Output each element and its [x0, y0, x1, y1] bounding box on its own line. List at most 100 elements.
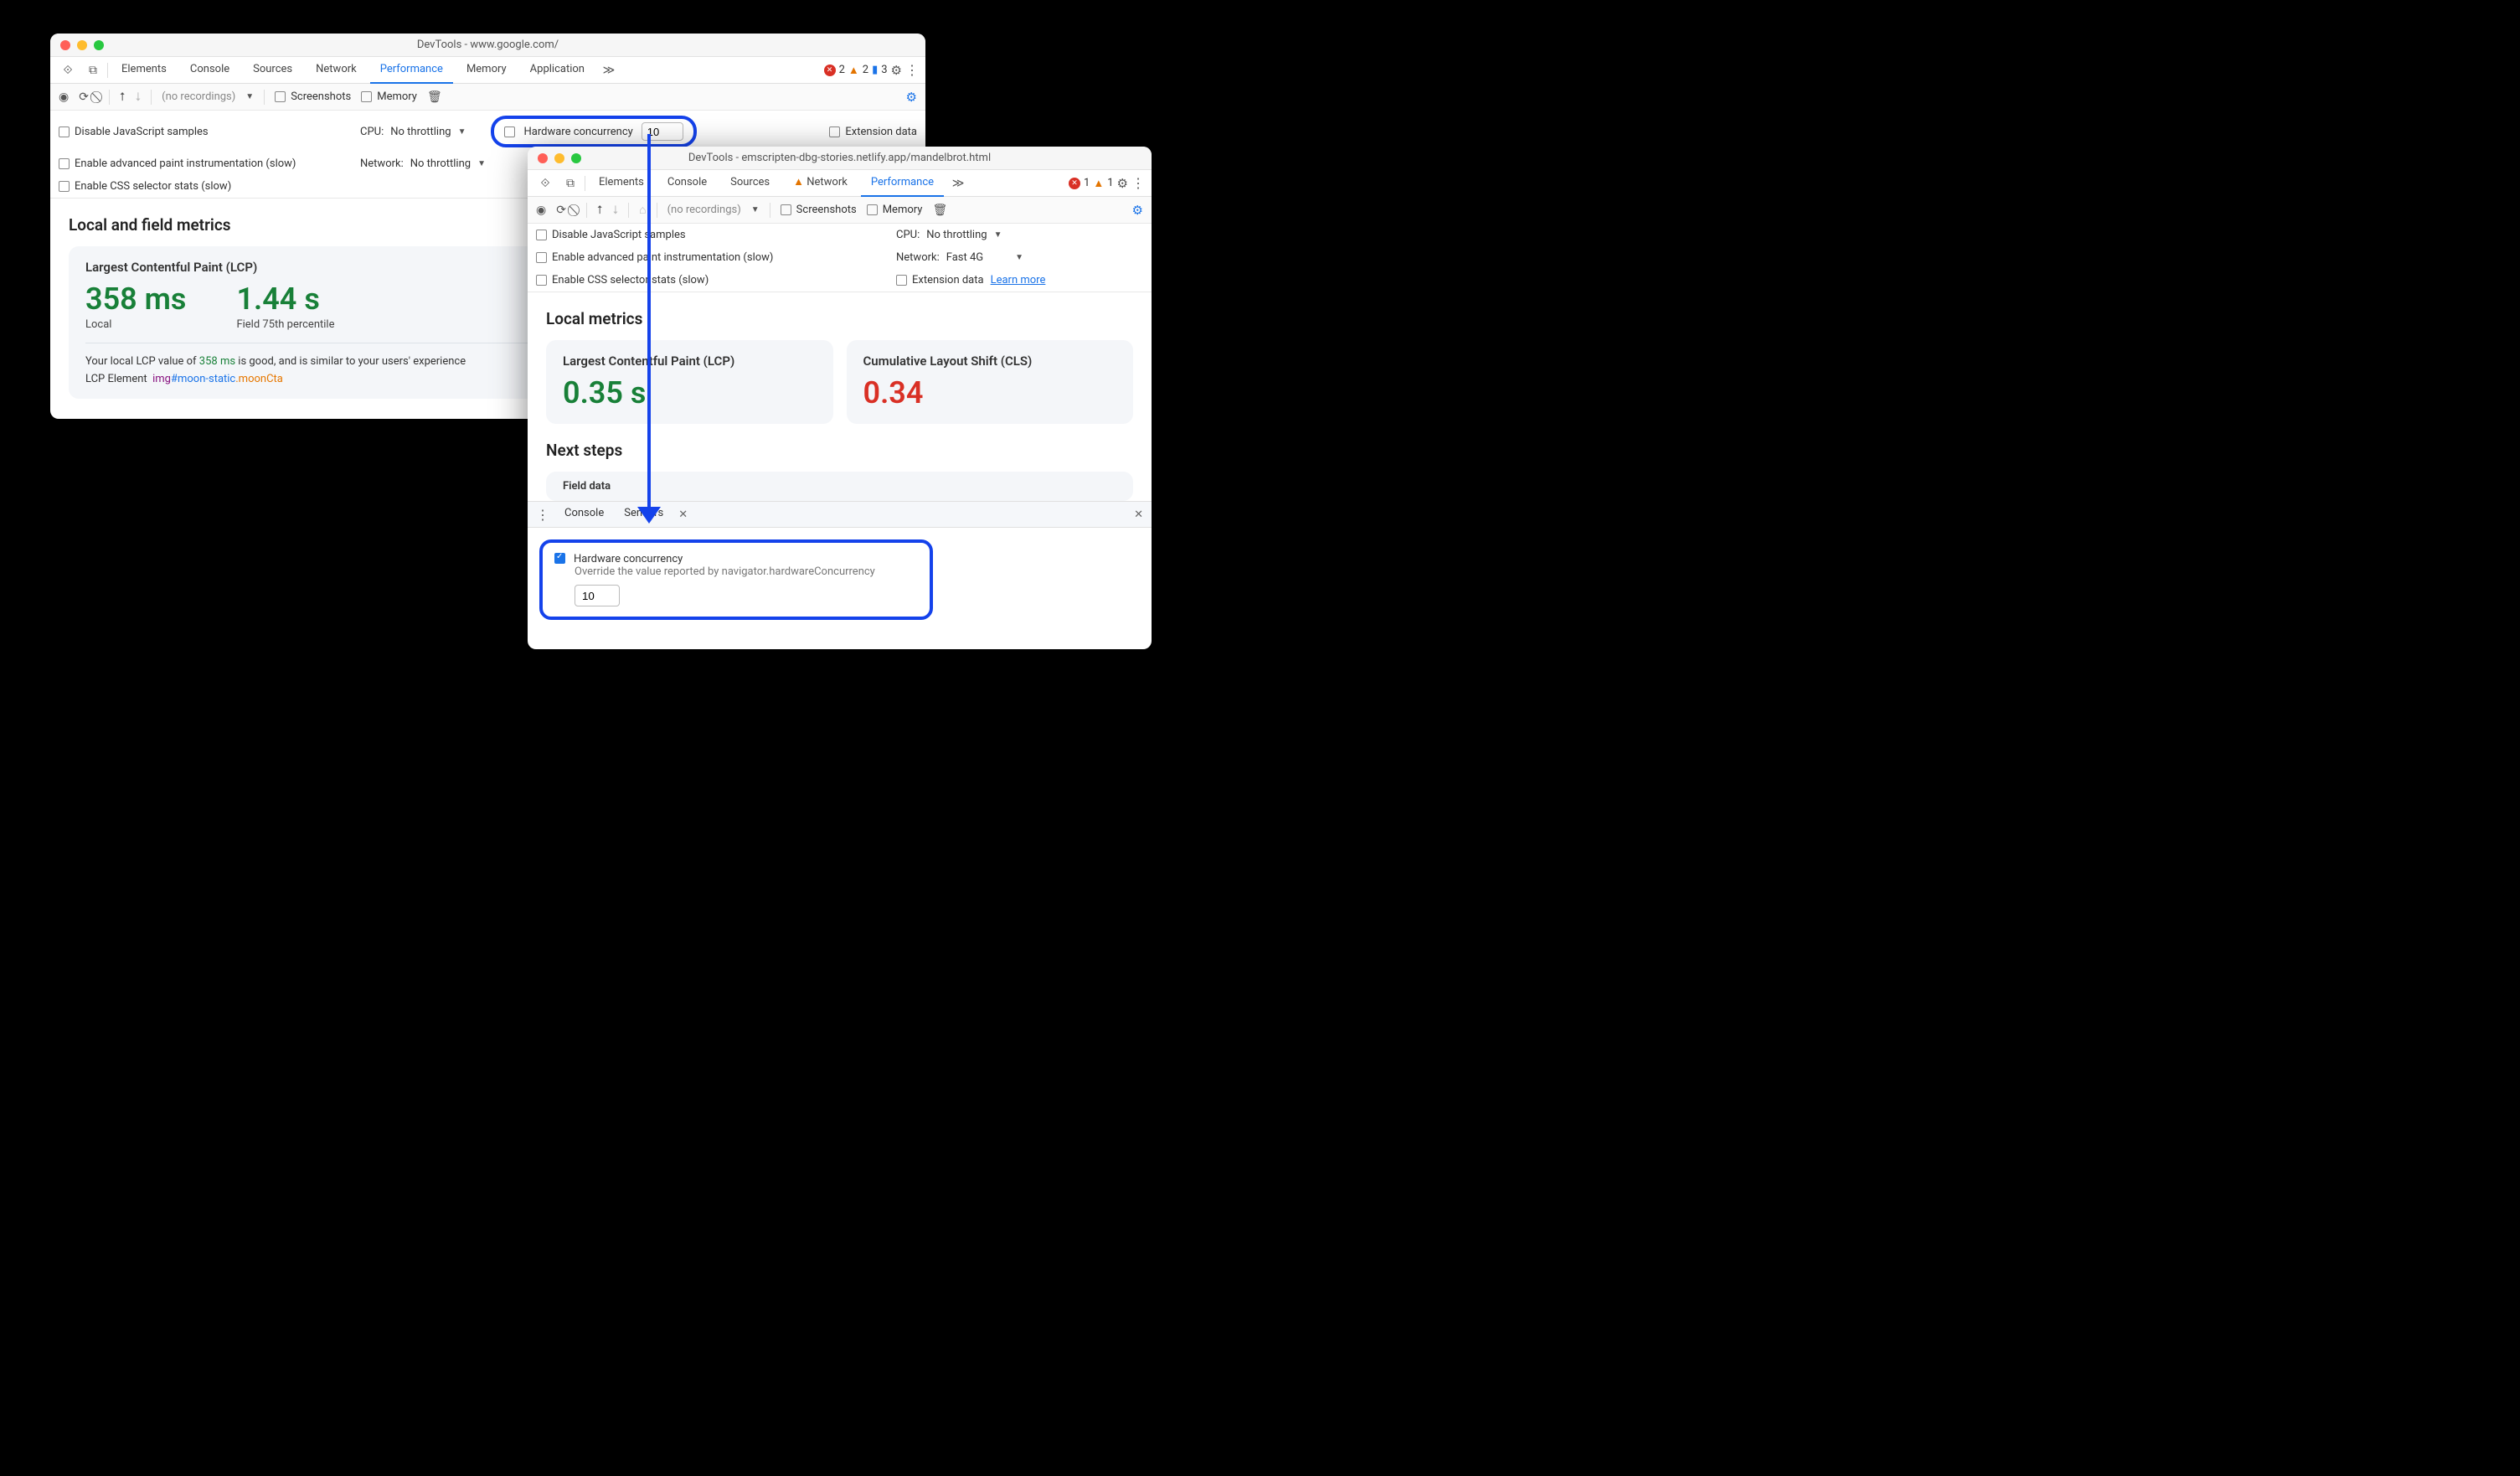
disable-js-checkbox[interactable]: Disable JavaScript samples	[536, 229, 686, 241]
upload-icon[interactable]: ⭡	[120, 90, 126, 104]
field-data-card: Field data	[546, 472, 1133, 501]
network-select[interactable]: Fast 4G	[946, 251, 983, 264]
metrics-heading: Local metrics	[546, 309, 1133, 328]
lcp-field-value: 1.44 s	[236, 281, 334, 317]
hw-concurrency-input[interactable]	[575, 585, 620, 606]
gc-icon[interactable]: 🗑	[932, 204, 947, 217]
tab-application[interactable]: Application	[520, 57, 595, 84]
reload-icon[interactable]: ⟳	[79, 90, 89, 104]
download-icon[interactable]: ⭣	[136, 90, 142, 104]
settings-icon[interactable]: ⚙	[891, 63, 902, 78]
cls-value: 0.34	[863, 375, 1117, 410]
maximize-icon[interactable]	[94, 40, 104, 50]
error-count[interactable]: ✕2	[824, 64, 845, 76]
disable-js-checkbox[interactable]: Disable JavaScript samples	[59, 126, 209, 138]
annotation-arrow-head	[637, 507, 661, 524]
window-title: DevTools - emscripten-dbg-stories.netlif…	[528, 152, 1152, 164]
cls-title: Cumulative Layout Shift (CLS)	[863, 354, 1117, 369]
close-drawer-icon[interactable]: ✕	[1134, 508, 1143, 521]
minimize-icon[interactable]	[77, 40, 87, 50]
drawer-tab-console[interactable]: Console	[559, 501, 609, 528]
hw-concurrency-checkbox[interactable]	[504, 126, 515, 137]
minimize-icon[interactable]	[554, 153, 564, 163]
kebab-icon[interactable]: ⋮	[1131, 175, 1145, 191]
main-tabbar: ⟐ ⧉ Elements Console Sources Network Per…	[50, 57, 925, 84]
device-toggle-icon[interactable]: ⧉	[82, 64, 104, 77]
inspect-icon[interactable]: ⟐	[57, 64, 79, 77]
cpu-select[interactable]: No throttling	[390, 126, 451, 138]
record-icon[interactable]: ◉	[59, 90, 69, 104]
css-stats-checkbox[interactable]: Enable CSS selector stats (slow)	[536, 274, 709, 286]
tab-elements[interactable]: Elements	[589, 170, 654, 197]
warning-count[interactable]: ▲1	[1093, 177, 1113, 190]
drawer-tabbar: ⋮ Console Sensors ✕ ✕	[528, 501, 1152, 528]
network-label: Network:	[360, 157, 404, 170]
download-icon[interactable]: ⭣	[613, 204, 619, 217]
sensors-panel: Hardware concurrency Override the value …	[528, 528, 1152, 632]
hardware-concurrency-highlight: Hardware concurrency	[491, 116, 696, 147]
upload-icon[interactable]: ⭡	[597, 204, 603, 217]
lcp-title: Largest Contentful Paint (LCP)	[563, 354, 817, 369]
more-tabs-icon[interactable]: ≫	[598, 64, 620, 77]
warning-count[interactable]: ▲2	[848, 64, 868, 77]
extension-data-checkbox[interactable]: Extension data	[896, 274, 984, 286]
tab-network[interactable]: Network	[306, 57, 367, 84]
settings-icon[interactable]: ⚙	[1117, 176, 1128, 191]
close-tab-icon[interactable]: ✕	[678, 508, 688, 521]
close-icon[interactable]	[538, 153, 548, 163]
tab-memory[interactable]: Memory	[456, 57, 517, 84]
issue-count[interactable]: ▮3	[872, 64, 887, 76]
recording-picker[interactable]: (no recordings)	[162, 90, 235, 103]
memory-checkbox[interactable]: Memory	[361, 90, 417, 103]
lcp-local-value: 358 ms	[85, 281, 186, 317]
screenshots-checkbox[interactable]: Screenshots	[781, 204, 857, 216]
tab-performance[interactable]: Performance	[861, 170, 944, 197]
tab-performance[interactable]: Performance	[370, 57, 453, 84]
lcp-card: Largest Contentful Paint (LCP) 0.35 s	[546, 340, 833, 424]
close-icon[interactable]	[60, 40, 70, 50]
next-steps-heading: Next steps	[546, 441, 1133, 460]
main-tabbar: ⟐ ⧉ Elements Console Sources ▲ Network P…	[528, 170, 1152, 197]
home-icon[interactable]: ⌂	[639, 203, 646, 217]
perf-settings-icon[interactable]: ⚙	[906, 90, 917, 105]
perf-content: Local metrics Largest Contentful Paint (…	[528, 292, 1152, 501]
learn-more-link[interactable]: Learn more	[991, 274, 1046, 286]
network-select[interactable]: No throttling	[410, 157, 471, 170]
tab-sources[interactable]: Sources	[243, 57, 302, 84]
network-label: Network:	[896, 251, 940, 264]
hw-concurrency-override-checkbox[interactable]	[554, 553, 565, 564]
maximize-icon[interactable]	[571, 153, 581, 163]
cpu-select[interactable]: No throttling	[926, 229, 987, 241]
tab-network[interactable]: ▲ Network	[783, 170, 858, 197]
field-data-label: Field data	[563, 480, 1116, 493]
hardware-concurrency-sensor-highlight: Hardware concurrency Override the value …	[539, 539, 933, 620]
lcp-field-sub: Field 75th percentile	[236, 318, 334, 331]
drawer-menu-icon[interactable]: ⋮	[536, 507, 549, 523]
memory-checkbox[interactable]: Memory	[867, 204, 923, 216]
kebab-icon[interactable]: ⋮	[905, 62, 919, 78]
perf-options: Disable JavaScript samples CPU: No throt…	[528, 224, 1152, 292]
tab-console[interactable]: Console	[180, 57, 240, 84]
extension-data-checkbox[interactable]: Extension data	[829, 126, 917, 138]
record-icon[interactable]: ◉	[536, 204, 546, 217]
tab-console[interactable]: Console	[657, 170, 717, 197]
recording-picker[interactable]: (no recordings)	[667, 204, 741, 216]
titlebar: DevTools - emscripten-dbg-stories.netlif…	[528, 147, 1152, 170]
inspect-icon[interactable]: ⟐	[534, 177, 556, 190]
more-tabs-icon[interactable]: ≫	[947, 177, 969, 190]
device-toggle-icon[interactable]: ⧉	[559, 177, 581, 190]
css-stats-checkbox[interactable]: Enable CSS selector stats (slow)	[59, 180, 231, 193]
cpu-label: CPU:	[360, 126, 384, 138]
adv-paint-checkbox[interactable]: Enable advanced paint instrumentation (s…	[59, 157, 296, 170]
lcp-value: 0.35 s	[563, 375, 817, 410]
perf-settings-icon[interactable]: ⚙	[1132, 203, 1143, 218]
tab-elements[interactable]: Elements	[111, 57, 177, 84]
reload-icon[interactable]: ⟳	[556, 204, 566, 217]
adv-paint-checkbox[interactable]: Enable advanced paint instrumentation (s…	[536, 251, 773, 264]
devtools-window-right: DevTools - emscripten-dbg-stories.netlif…	[528, 147, 1152, 649]
screenshots-checkbox[interactable]: Screenshots	[275, 90, 351, 103]
error-count[interactable]: ✕1	[1069, 177, 1090, 189]
perf-toolbar: ◉ ⟳ ⃠ ⭡ ⭣ (no recordings) ▼ Screenshots …	[50, 84, 925, 111]
gc-icon[interactable]: 🗑	[427, 90, 442, 104]
tab-sources[interactable]: Sources	[720, 170, 780, 197]
